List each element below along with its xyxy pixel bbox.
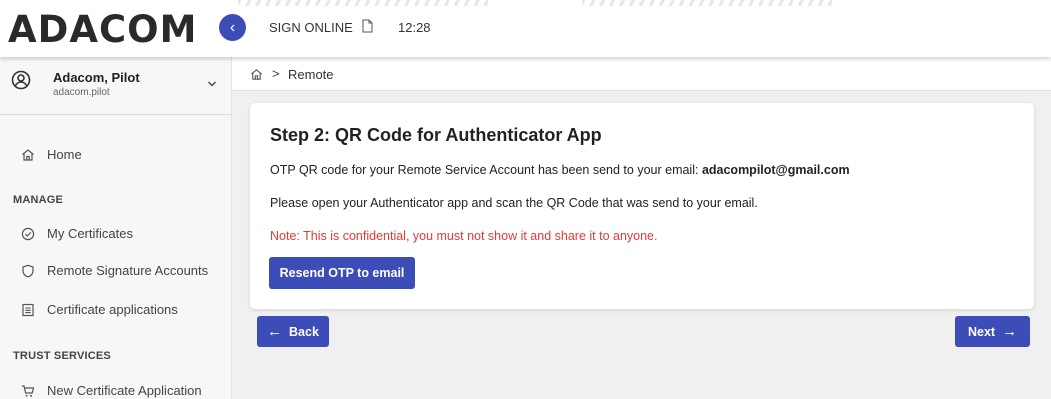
top-bar: ADACOM ‹ SIGN ONLINE 12:28: [0, 0, 1051, 57]
sidebar-item-label: Home: [47, 147, 82, 162]
user-icon: [11, 70, 31, 90]
breadcrumb-current: Remote: [288, 67, 334, 82]
chevron-down-icon[interactable]: [207, 79, 217, 89]
back-button[interactable]: ← Back: [257, 316, 329, 347]
next-button[interactable]: Next →: [955, 316, 1030, 347]
sidebar: Adacom, Pilot adacom.pilot Home MANAGE M…: [0, 57, 232, 399]
header-decoration: [238, 0, 488, 6]
resend-otp-button[interactable]: Resend OTP to email: [269, 257, 415, 289]
cart-icon: [22, 385, 35, 397]
sidebar-item-label: Certificate applications: [47, 302, 178, 317]
next-label: Next: [967, 325, 996, 339]
confidential-note: Note: This is confidential, you must not…: [270, 229, 658, 243]
document-icon[interactable]: [362, 19, 373, 33]
breadcrumb: > Remote: [232, 57, 1051, 91]
sidebar-collapse-button[interactable]: ‹: [219, 14, 246, 41]
user-name: Adacom, Pilot: [53, 70, 140, 85]
step-title: Step 2: QR Code for Authenticator App: [270, 125, 602, 145]
sidebar-item-remote-signature-accounts[interactable]: Remote Signature Accounts: [0, 257, 231, 285]
user-email: adacompilot@gmail.com: [701, 163, 850, 177]
sidebar-item-certificate-applications[interactable]: Certificate applications: [0, 296, 231, 324]
scan-instructions: Please open your Authenticator app and s…: [270, 196, 758, 210]
sidebar-item-label: New Certificate Application: [47, 383, 202, 398]
section-heading-trust-services: TRUST SERVICES: [13, 350, 111, 362]
user-login: adacom.pilot: [53, 87, 110, 98]
sidebar-item-label: Remote Signature Accounts: [47, 263, 209, 278]
step-card: Step 2: QR Code for Authenticator App OT…: [250, 103, 1034, 309]
sidebar-item-new-certificate-application[interactable]: New Certificate Application: [0, 377, 231, 399]
session-clock: 12:28: [398, 20, 431, 35]
arrow-right-icon: →: [1002, 323, 1018, 340]
shield-icon: [22, 264, 34, 278]
back-label: Back: [289, 325, 319, 339]
sidebar-item-home[interactable]: Home: [0, 141, 231, 169]
otp-sent-message: OTP QR code for your Remote Service Acco…: [270, 163, 850, 177]
section-heading-manage: MANAGE: [13, 194, 64, 206]
app-logo: ADACOM: [8, 8, 198, 51]
app-title: SIGN ONLINE: [269, 20, 353, 35]
header-decoration: [582, 0, 832, 6]
user-menu[interactable]: Adacom, Pilot adacom.pilot: [0, 57, 231, 115]
arrow-left-icon: ←: [267, 323, 283, 340]
otp-sent-text: OTP QR code for your Remote Service Acco…: [270, 163, 702, 177]
home-icon[interactable]: [250, 68, 263, 81]
check-circle-icon: [21, 227, 35, 241]
sidebar-item-label: My Certificates: [47, 226, 133, 241]
breadcrumb-separator: >: [272, 66, 280, 81]
sidebar-item-my-certificates[interactable]: My Certificates: [0, 220, 231, 248]
home-icon: [22, 149, 34, 161]
document-list-icon: [22, 303, 34, 317]
